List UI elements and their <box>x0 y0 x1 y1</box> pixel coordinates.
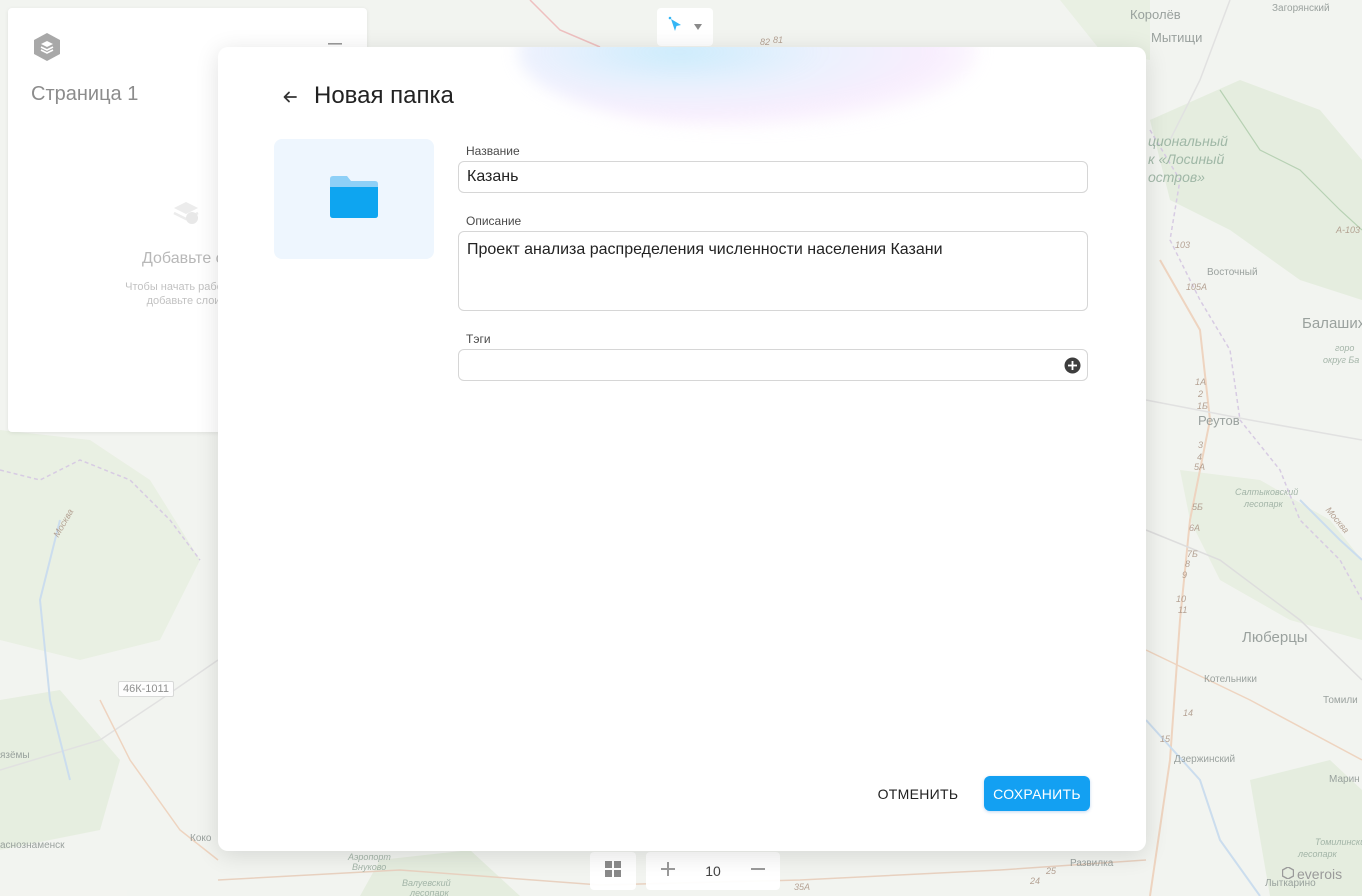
name-input[interactable] <box>458 161 1088 193</box>
description-input[interactable]: Проект анализа распределения численности… <box>458 231 1088 311</box>
brand-logo-icon <box>1281 866 1295 882</box>
save-button[interactable]: СОХРАНИТЬ <box>984 776 1090 811</box>
grid-icon <box>605 860 621 882</box>
header-glow <box>518 47 978 127</box>
cursor-select-icon <box>667 16 685 39</box>
name-label: Название <box>466 144 520 158</box>
zoom-level: 10 <box>705 863 721 879</box>
zoom-control: 10 <box>646 852 780 890</box>
caret-down-icon <box>693 18 703 36</box>
arrow-left-icon <box>282 89 298 110</box>
minus-icon[interactable] <box>750 862 765 881</box>
add-layer-icon <box>168 194 204 230</box>
layers-logo-icon[interactable] <box>32 32 62 62</box>
page-title: Страница 1 <box>31 83 139 105</box>
brand-name: everois <box>1297 866 1343 882</box>
back-button[interactable] <box>278 87 302 111</box>
tags-input[interactable] <box>458 349 1088 381</box>
tags-label: Тэги <box>466 332 491 346</box>
plus-icon[interactable] <box>661 861 676 881</box>
folder-icon <box>329 175 379 224</box>
cancel-button[interactable]: ОТМЕНИТЬ <box>868 776 968 812</box>
brand-watermark: everois <box>1281 866 1343 882</box>
new-folder-dialog: Новая папка Название Описание Проект ана… <box>218 47 1146 851</box>
dialog-title: Новая папка <box>314 82 454 109</box>
grid-button[interactable] <box>590 852 636 890</box>
folder-preview[interactable] <box>274 139 434 259</box>
add-circle-icon[interactable] <box>1064 357 1081 374</box>
select-tool-dropdown[interactable] <box>657 8 713 46</box>
description-label: Описание <box>466 214 522 228</box>
